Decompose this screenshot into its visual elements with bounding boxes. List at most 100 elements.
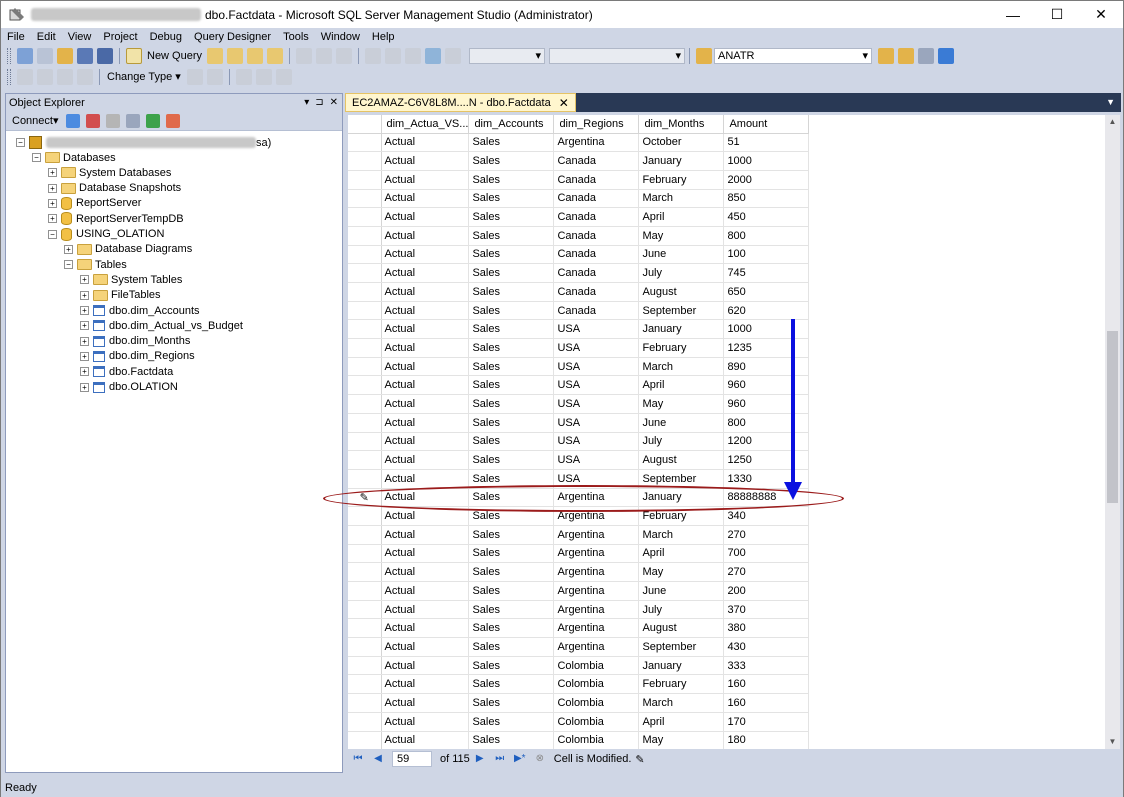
grid-cell[interactable]: March xyxy=(638,525,725,545)
expand-icon[interactable]: + xyxy=(80,382,89,392)
grid-cell[interactable]: USA xyxy=(553,319,640,340)
grid-cell[interactable]: 333 xyxy=(723,656,810,676)
find-icon[interactable] xyxy=(696,47,713,64)
expand-icon[interactable]: + xyxy=(80,336,89,346)
table-row[interactable]: Actual Sales Canada May 800 xyxy=(348,226,810,246)
grid-cell[interactable]: Actual xyxy=(381,712,470,732)
grid-cell[interactable]: 380 xyxy=(723,618,810,639)
grid-cell[interactable]: 370 xyxy=(723,600,810,620)
grid-cell[interactable]: Sales xyxy=(468,170,555,190)
grid-cell[interactable]: April xyxy=(638,375,725,396)
menu-file[interactable]: File xyxy=(1,31,31,43)
tree-node[interactable]: + System Databases xyxy=(48,165,171,180)
table-row[interactable]: Actual Sales Canada April 450 xyxy=(348,207,810,227)
tree-node[interactable]: + dbo.OLATION xyxy=(80,380,178,395)
grid-cell[interactable]: USA xyxy=(553,450,640,470)
properties-icon[interactable] xyxy=(878,47,895,64)
grid-cell[interactable]: 1000 xyxy=(723,319,810,340)
vertical-scrollbar[interactable]: ▲ ▼ xyxy=(1105,115,1120,749)
tree-node[interactable]: − USING_OLATION xyxy=(48,227,164,242)
row-selector[interactable] xyxy=(348,525,382,545)
toolbar-grip[interactable] xyxy=(7,47,11,64)
first-record-icon[interactable]: ⏮ xyxy=(351,752,365,766)
grid-cell[interactable]: Canada xyxy=(553,301,640,321)
connect-button[interactable]: Connect xyxy=(12,115,53,127)
grid-cell[interactable]: February xyxy=(638,338,725,358)
grid-cell[interactable]: Sales xyxy=(468,731,555,749)
grid-cell[interactable]: Colombia xyxy=(553,693,640,713)
grid-cell[interactable]: 270 xyxy=(723,525,810,545)
grid-cell[interactable]: Colombia xyxy=(553,731,640,749)
navigate-icon[interactable] xyxy=(405,47,422,64)
row-selector[interactable] xyxy=(348,151,382,171)
grid-cell[interactable]: USA xyxy=(553,413,640,433)
grid-cell[interactable]: Canada xyxy=(553,282,640,302)
table-row[interactable]: Actual Sales USA June 800 xyxy=(348,413,810,433)
grid-cell[interactable]: March xyxy=(638,693,725,713)
tree-node[interactable]: + dbo.dim_Accounts xyxy=(80,303,200,318)
expand-icon[interactable]: + xyxy=(80,367,89,377)
grid-cell[interactable]: Actual xyxy=(381,544,470,564)
grid-cell[interactable]: USA xyxy=(553,357,640,377)
row-selector[interactable] xyxy=(348,637,382,657)
tab-list-chevron-icon[interactable]: ▼ xyxy=(1106,97,1115,107)
grid-cell[interactable]: 160 xyxy=(723,693,810,713)
grid-cell[interactable]: Actual xyxy=(381,618,470,639)
maximize-button[interactable]: ☐ xyxy=(1035,1,1079,28)
grid-cell[interactable]: Actual xyxy=(381,245,470,265)
verify-sql-icon[interactable] xyxy=(206,68,223,85)
grid-cell[interactable]: 850 xyxy=(723,189,810,209)
grid-cell[interactable]: August xyxy=(638,618,725,639)
grid-cell[interactable]: Argentina xyxy=(553,618,640,639)
expand-icon[interactable]: + xyxy=(80,275,89,285)
grid-cell[interactable]: Canada xyxy=(553,226,640,246)
row-selector[interactable] xyxy=(348,469,382,489)
grid-cell[interactable]: Sales xyxy=(468,693,555,713)
row-selector[interactable] xyxy=(348,693,382,713)
expand-icon[interactable]: + xyxy=(48,183,57,193)
show-criteria-pane-icon[interactable] xyxy=(37,68,53,85)
row-selector[interactable] xyxy=(348,506,382,526)
table-row[interactable]: Actual Sales Argentina May 270 xyxy=(348,562,810,582)
table-row[interactable]: Actual Sales Colombia February 160 xyxy=(348,674,810,695)
tree-node[interactable]: + System Tables xyxy=(80,272,182,287)
grid-cell[interactable]: Actual xyxy=(381,562,470,582)
grid-cell[interactable]: Argentina xyxy=(553,637,640,657)
grid-cell[interactable]: 960 xyxy=(723,375,810,396)
table-row[interactable]: Actual Sales Colombia January 333 xyxy=(348,656,810,676)
grid-cell[interactable]: February xyxy=(638,170,725,190)
grid-cell[interactable]: Actual xyxy=(381,469,470,489)
grid-cell[interactable]: Sales xyxy=(468,282,555,302)
row-selector[interactable] xyxy=(348,207,382,227)
grid-cell[interactable]: 800 xyxy=(723,413,810,433)
tree-node[interactable]: + dbo.dim_Months xyxy=(80,334,190,349)
row-selector[interactable] xyxy=(348,245,382,265)
grid-cell[interactable]: March xyxy=(638,189,725,209)
expand-icon[interactable]: + xyxy=(80,321,89,331)
grid-cell[interactable]: January xyxy=(638,656,725,676)
grid-cell[interactable]: Actual xyxy=(381,263,470,283)
collapse-icon[interactable]: − xyxy=(16,138,25,147)
column-header[interactable]: dim_Actua_VS... xyxy=(381,115,470,134)
grid-cell[interactable]: 200 xyxy=(723,581,810,601)
tree-node[interactable]: + dbo.dim_Actual_vs_Budget xyxy=(80,318,243,333)
table-row[interactable]: Actual Sales USA March 890 xyxy=(348,357,810,377)
grid-cell[interactable]: Actual xyxy=(381,282,470,302)
column-header[interactable]: dim_Months xyxy=(638,115,725,134)
grid-cell[interactable]: Actual xyxy=(381,319,470,340)
table-row[interactable]: Actual Sales USA August 1250 xyxy=(348,450,810,470)
scroll-down-icon[interactable]: ▼ xyxy=(1105,735,1120,749)
row-selector[interactable] xyxy=(348,432,382,452)
new-query-icon[interactable] xyxy=(126,47,142,64)
previous-record-icon[interactable]: ◀ xyxy=(371,752,385,766)
row-selector[interactable] xyxy=(348,712,382,732)
grid-cell[interactable]: Argentina xyxy=(553,525,640,545)
grid-cell[interactable]: July xyxy=(638,432,725,452)
grid-cell[interactable]: Sales xyxy=(468,450,555,470)
grid-cell[interactable]: June xyxy=(638,245,725,265)
table-row[interactable]: Actual Sales Argentina September 430 xyxy=(348,637,810,657)
row-selector[interactable] xyxy=(348,544,382,564)
grid-cell[interactable]: January xyxy=(638,151,725,171)
grid-cell[interactable]: 800 xyxy=(723,226,810,246)
grid-cell[interactable]: 1000 xyxy=(723,151,810,171)
